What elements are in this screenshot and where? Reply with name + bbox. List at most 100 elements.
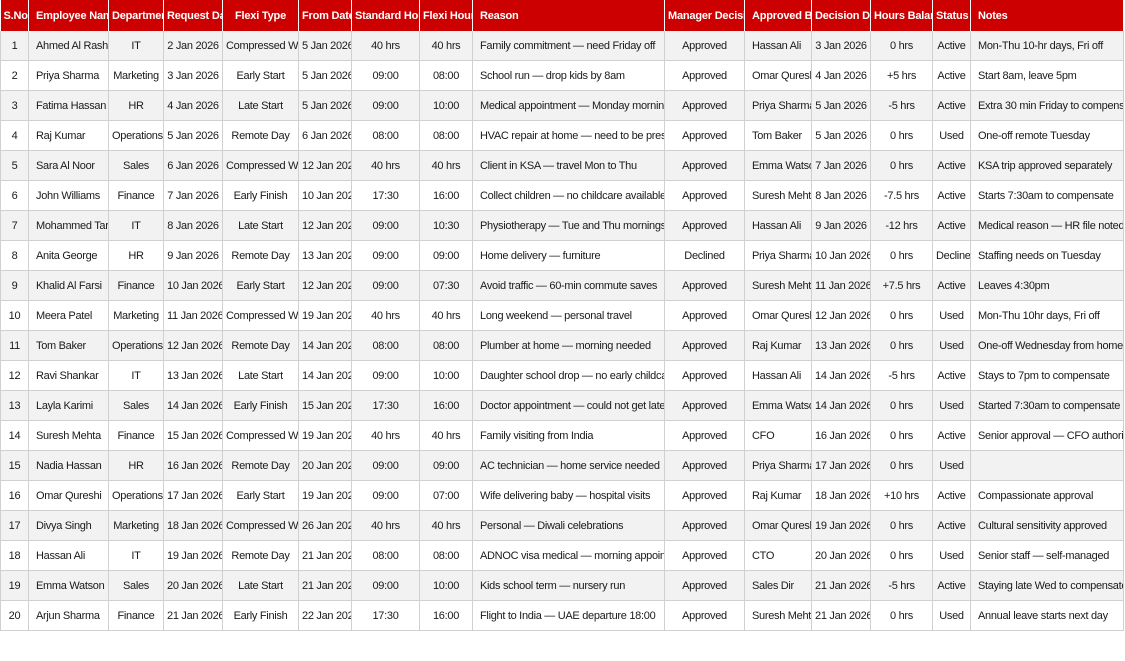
- cell-flexi-type[interactable]: Early Finish: [222, 600, 299, 631]
- cell-approved-by[interactable]: Hassan Ali: [744, 210, 812, 241]
- cell-employee-name[interactable]: Divya Singh: [28, 510, 109, 541]
- cell-approved-by[interactable]: Priya Sharma: [744, 450, 812, 481]
- cell-sno[interactable]: 1: [0, 31, 29, 61]
- cell-manager-decision[interactable]: Approved: [664, 60, 745, 91]
- cell-decision-date[interactable]: 13 Jan 2026: [811, 330, 871, 361]
- cell-approved-by[interactable]: Emma Watson: [744, 150, 812, 181]
- header-employee-name[interactable]: Employee Name: [28, 0, 109, 31]
- cell-notes[interactable]: Stays to 7pm to compensate: [970, 360, 1124, 391]
- cell-from-date[interactable]: 6 Jan 2026: [298, 120, 352, 151]
- cell-from-date[interactable]: 19 Jan 2026: [298, 300, 352, 331]
- cell-sno[interactable]: 6: [0, 180, 29, 211]
- cell-flexi-type[interactable]: Compressed Week: [222, 420, 299, 451]
- cell-department[interactable]: Finance: [108, 600, 164, 631]
- cell-from-date[interactable]: 15 Jan 2026: [298, 390, 352, 421]
- cell-reason[interactable]: Plumber at home — morning needed: [472, 330, 665, 361]
- cell-flexi-type[interactable]: Late Start: [222, 570, 299, 601]
- cell-flexi-type[interactable]: Remote Day: [222, 450, 299, 481]
- cell-approved-by[interactable]: Tom Baker: [744, 120, 812, 151]
- cell-department[interactable]: HR: [108, 90, 164, 121]
- cell-standard-hours[interactable]: 40 hrs: [351, 300, 420, 331]
- cell-department[interactable]: Finance: [108, 420, 164, 451]
- cell-manager-decision[interactable]: Approved: [664, 570, 745, 601]
- cell-hours-balance[interactable]: +5 hrs: [870, 60, 933, 91]
- cell-flexi-type[interactable]: Late Start: [222, 90, 299, 121]
- cell-notes[interactable]: One-off remote Tuesday: [970, 120, 1124, 151]
- cell-approved-by[interactable]: Emma Watson: [744, 390, 812, 421]
- cell-flexi-hours[interactable]: 16:00: [419, 390, 473, 421]
- cell-decision-date[interactable]: 16 Jan 2026: [811, 420, 871, 451]
- cell-request-date[interactable]: 16 Jan 2026: [163, 450, 223, 481]
- cell-approved-by[interactable]: Priya Sharma: [744, 240, 812, 271]
- cell-notes[interactable]: Senior staff — self-managed: [970, 540, 1124, 571]
- cell-notes[interactable]: Staying late Wed to compensate: [970, 570, 1124, 601]
- cell-standard-hours[interactable]: 09:00: [351, 360, 420, 391]
- cell-from-date[interactable]: 26 Jan 2026: [298, 510, 352, 541]
- cell-approved-by[interactable]: Suresh Mehta: [744, 180, 812, 211]
- cell-decision-date[interactable]: 4 Jan 2026: [811, 60, 871, 91]
- cell-sno[interactable]: 18: [0, 540, 29, 571]
- cell-status[interactable]: Used: [932, 120, 971, 151]
- cell-hours-balance[interactable]: 0 hrs: [870, 150, 933, 181]
- cell-sno[interactable]: 9: [0, 270, 29, 301]
- cell-standard-hours[interactable]: 17:30: [351, 390, 420, 421]
- cell-from-date[interactable]: 22 Jan 2026: [298, 600, 352, 631]
- cell-employee-name[interactable]: Sara Al Noor: [28, 150, 109, 181]
- cell-employee-name[interactable]: Ahmed Al Rashid: [28, 31, 109, 61]
- cell-sno[interactable]: 19: [0, 570, 29, 601]
- cell-hours-balance[interactable]: -12 hrs: [870, 210, 933, 241]
- cell-reason[interactable]: Family visiting from India: [472, 420, 665, 451]
- cell-reason[interactable]: Collect children — no childcare availabl…: [472, 180, 665, 211]
- cell-notes[interactable]: Started 7:30am to compensate: [970, 390, 1124, 421]
- cell-from-date[interactable]: 21 Jan 2026: [298, 540, 352, 571]
- cell-request-date[interactable]: 13 Jan 2026: [163, 360, 223, 391]
- cell-standard-hours[interactable]: 08:00: [351, 120, 420, 151]
- cell-from-date[interactable]: 14 Jan 2026: [298, 330, 352, 361]
- table-row[interactable]: 20 Arjun Sharma Finance 21 Jan 2026 Early Fi…: [0, 600, 1124, 631]
- cell-standard-hours[interactable]: 40 hrs: [351, 150, 420, 181]
- cell-notes[interactable]: Mon-Thu 10-hr days, Fri off: [970, 31, 1124, 61]
- cell-sno[interactable]: 17: [0, 510, 29, 541]
- cell-decision-date[interactable]: 21 Jan 2026: [811, 600, 871, 631]
- cell-from-date[interactable]: 14 Jan 2026: [298, 360, 352, 391]
- cell-manager-decision[interactable]: Declined: [664, 240, 745, 271]
- cell-notes[interactable]: Start 8am, leave 5pm: [970, 60, 1124, 91]
- cell-flexi-hours[interactable]: 09:00: [419, 450, 473, 481]
- cell-employee-name[interactable]: Layla Karimi: [28, 390, 109, 421]
- cell-employee-name[interactable]: Khalid Al Farsi: [28, 270, 109, 301]
- cell-status[interactable]: Active: [932, 360, 971, 391]
- cell-flexi-hours[interactable]: 08:00: [419, 60, 473, 91]
- header-standard-hours[interactable]: Standard Hours: [351, 0, 420, 31]
- cell-flexi-hours[interactable]: 40 hrs: [419, 150, 473, 181]
- cell-department[interactable]: Sales: [108, 390, 164, 421]
- cell-manager-decision[interactable]: Approved: [664, 390, 745, 421]
- cell-standard-hours[interactable]: 17:30: [351, 180, 420, 211]
- cell-request-date[interactable]: 5 Jan 2026: [163, 120, 223, 151]
- table-row[interactable]: 15 Nadia Hassan HR 16 Jan 2026 Remote Day 20 …: [0, 450, 1124, 481]
- cell-standard-hours[interactable]: 08:00: [351, 330, 420, 361]
- cell-status[interactable]: Active: [932, 420, 971, 451]
- cell-hours-balance[interactable]: 0 hrs: [870, 330, 933, 361]
- cell-hours-balance[interactable]: 0 hrs: [870, 31, 933, 61]
- cell-status[interactable]: Used: [932, 390, 971, 421]
- cell-hours-balance[interactable]: -7.5 hrs: [870, 180, 933, 211]
- cell-from-date[interactable]: 21 Jan 2026: [298, 570, 352, 601]
- cell-reason[interactable]: Flight to India — UAE departure 18:00: [472, 600, 665, 631]
- cell-sno[interactable]: 8: [0, 240, 29, 271]
- cell-manager-decision[interactable]: Approved: [664, 300, 745, 331]
- cell-sno[interactable]: 14: [0, 420, 29, 451]
- cell-department[interactable]: Marketing: [108, 510, 164, 541]
- cell-flexi-type[interactable]: Compressed Week: [222, 150, 299, 181]
- cell-notes[interactable]: Staffing needs on Tuesday: [970, 240, 1124, 271]
- cell-sno[interactable]: 5: [0, 150, 29, 181]
- cell-status[interactable]: Active: [932, 570, 971, 601]
- cell-request-date[interactable]: 21 Jan 2026: [163, 600, 223, 631]
- header-approved-by[interactable]: Approved By: [744, 0, 812, 31]
- cell-flexi-hours[interactable]: 16:00: [419, 180, 473, 211]
- cell-flexi-type[interactable]: Late Start: [222, 210, 299, 241]
- cell-status[interactable]: Declined: [932, 240, 971, 271]
- cell-department[interactable]: IT: [108, 31, 164, 61]
- cell-flexi-hours[interactable]: 08:00: [419, 540, 473, 571]
- cell-reason[interactable]: ADNOC visa medical — morning appointment: [472, 540, 665, 571]
- table-row[interactable]: 10 Meera Patel Marketing 11 Jan 2026 Compres…: [0, 300, 1124, 331]
